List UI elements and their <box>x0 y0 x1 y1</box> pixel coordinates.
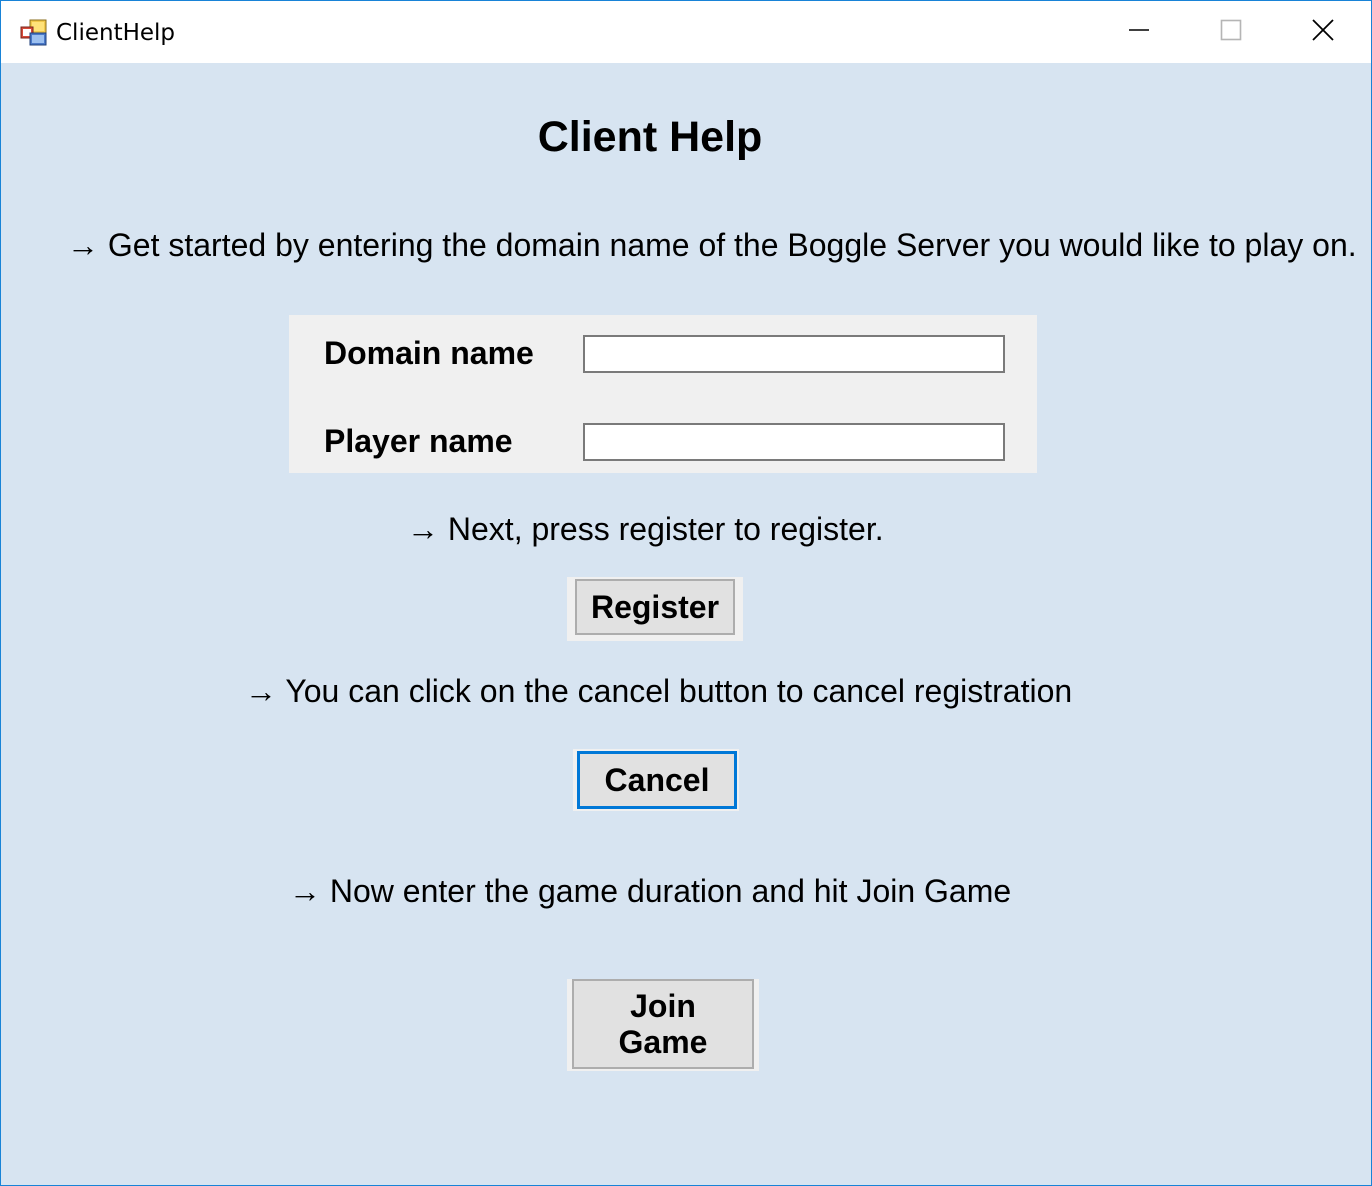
player-name-label: Player name <box>324 423 513 459</box>
instruction-join-game: → Now enter the game duration and hit Jo… <box>289 873 1012 909</box>
app-icon <box>20 19 48 47</box>
domain-name-input[interactable] <box>583 335 1005 373</box>
maximize-icon <box>1220 19 1242 46</box>
maximize-button[interactable] <box>1185 1 1277 63</box>
title-bar[interactable]: ClientHelp <box>1 1 1371 63</box>
close-button[interactable] <box>1277 1 1369 63</box>
register-button[interactable]: Register <box>575 579 735 635</box>
player-name-input[interactable] <box>583 423 1005 461</box>
instruction-cancel: → You can click on the cancel button to … <box>245 673 1073 709</box>
minimize-icon <box>1128 19 1150 46</box>
cancel-button[interactable]: Cancel <box>577 751 737 809</box>
close-icon <box>1312 18 1334 46</box>
minimize-button[interactable] <box>1093 1 1185 63</box>
instruction-domain: → Get started by entering the domain nam… <box>67 227 1357 263</box>
domain-name-label: Domain name <box>324 335 534 371</box>
join-game-button[interactable]: Join Game <box>572 979 754 1069</box>
window-title: ClientHelp <box>56 20 176 46</box>
page-heading: Client Help <box>537 113 763 161</box>
instruction-register: → Next, press register to register. <box>407 511 884 547</box>
client-help-window: ClientHelp Client Help → Get started by … <box>0 0 1372 1186</box>
